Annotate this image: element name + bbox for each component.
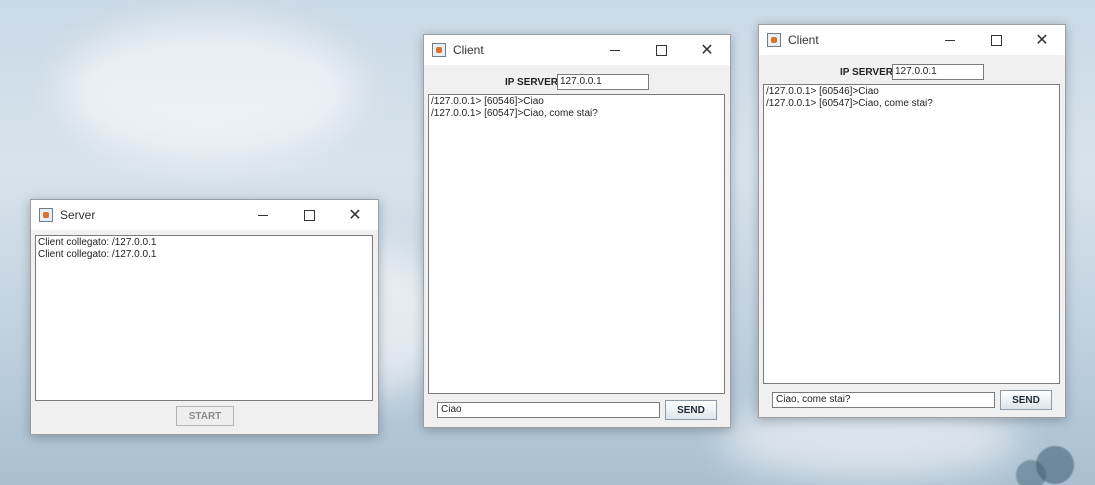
client-titlebar[interactable]: Client ✕	[424, 35, 730, 65]
chat-log-area[interactable]: /127.0.0.1> [60546]>Ciao /127.0.0.1> [60…	[428, 94, 725, 394]
window-title: Server	[60, 208, 96, 222]
client-window-1: Client ✕ IP SERVER 127.0.0.1 /127.0.0.1>…	[423, 34, 731, 428]
server-titlebar[interactable]: Server ✕	[31, 200, 378, 230]
minimize-icon[interactable]	[240, 200, 286, 230]
minimize-icon[interactable]	[592, 35, 638, 65]
minimize-icon[interactable]	[927, 25, 973, 55]
log-line: Client collegato: /127.0.0.1	[38, 237, 157, 248]
close-icon[interactable]: ✕	[684, 35, 730, 65]
chat-line: /127.0.0.1> [60546]>Ciao	[766, 86, 879, 97]
desktop-tree-image	[1007, 435, 1087, 485]
start-button[interactable]: START	[176, 406, 234, 426]
maximize-icon[interactable]	[973, 25, 1019, 55]
chat-log-area[interactable]: /127.0.0.1> [60546]>Ciao /127.0.0.1> [60…	[763, 84, 1060, 384]
chat-line: /127.0.0.1> [60547]>Ciao, come stai?	[766, 98, 933, 109]
message-input[interactable]: Ciao	[437, 402, 660, 418]
client-titlebar[interactable]: Client ✕	[759, 25, 1065, 55]
close-icon[interactable]: ✕	[1019, 25, 1065, 55]
send-button[interactable]: SEND	[1000, 390, 1052, 410]
client-window-2: Client ✕ IP SERVER 127.0.0.1 /127.0.0.1>…	[758, 24, 1066, 418]
ip-server-input[interactable]: 127.0.0.1	[557, 74, 649, 90]
java-app-icon	[767, 33, 781, 47]
maximize-icon[interactable]	[638, 35, 684, 65]
window-title: Client	[453, 43, 484, 57]
ip-server-label: IP SERVER	[505, 77, 558, 88]
server-window: Server ✕ Client collegato: /127.0.0.1 Cl…	[30, 199, 379, 435]
desktop-cloud	[60, 20, 360, 160]
window-title: Client	[788, 33, 819, 47]
ip-server-input[interactable]: 127.0.0.1	[892, 64, 984, 80]
send-button[interactable]: SEND	[665, 400, 717, 420]
java-app-icon	[39, 208, 53, 222]
log-line: Client collegato: /127.0.0.1	[38, 249, 157, 260]
chat-line: /127.0.0.1> [60546]>Ciao	[431, 96, 544, 107]
message-input[interactable]: Ciao, come stai?	[772, 392, 995, 408]
chat-line: /127.0.0.1> [60547]>Ciao, come stai?	[431, 108, 598, 119]
java-app-icon	[432, 43, 446, 57]
server-log-area[interactable]: Client collegato: /127.0.0.1 Client coll…	[35, 235, 373, 401]
ip-server-label: IP SERVER	[840, 67, 893, 78]
close-icon[interactable]: ✕	[332, 200, 378, 230]
maximize-icon[interactable]	[286, 200, 332, 230]
